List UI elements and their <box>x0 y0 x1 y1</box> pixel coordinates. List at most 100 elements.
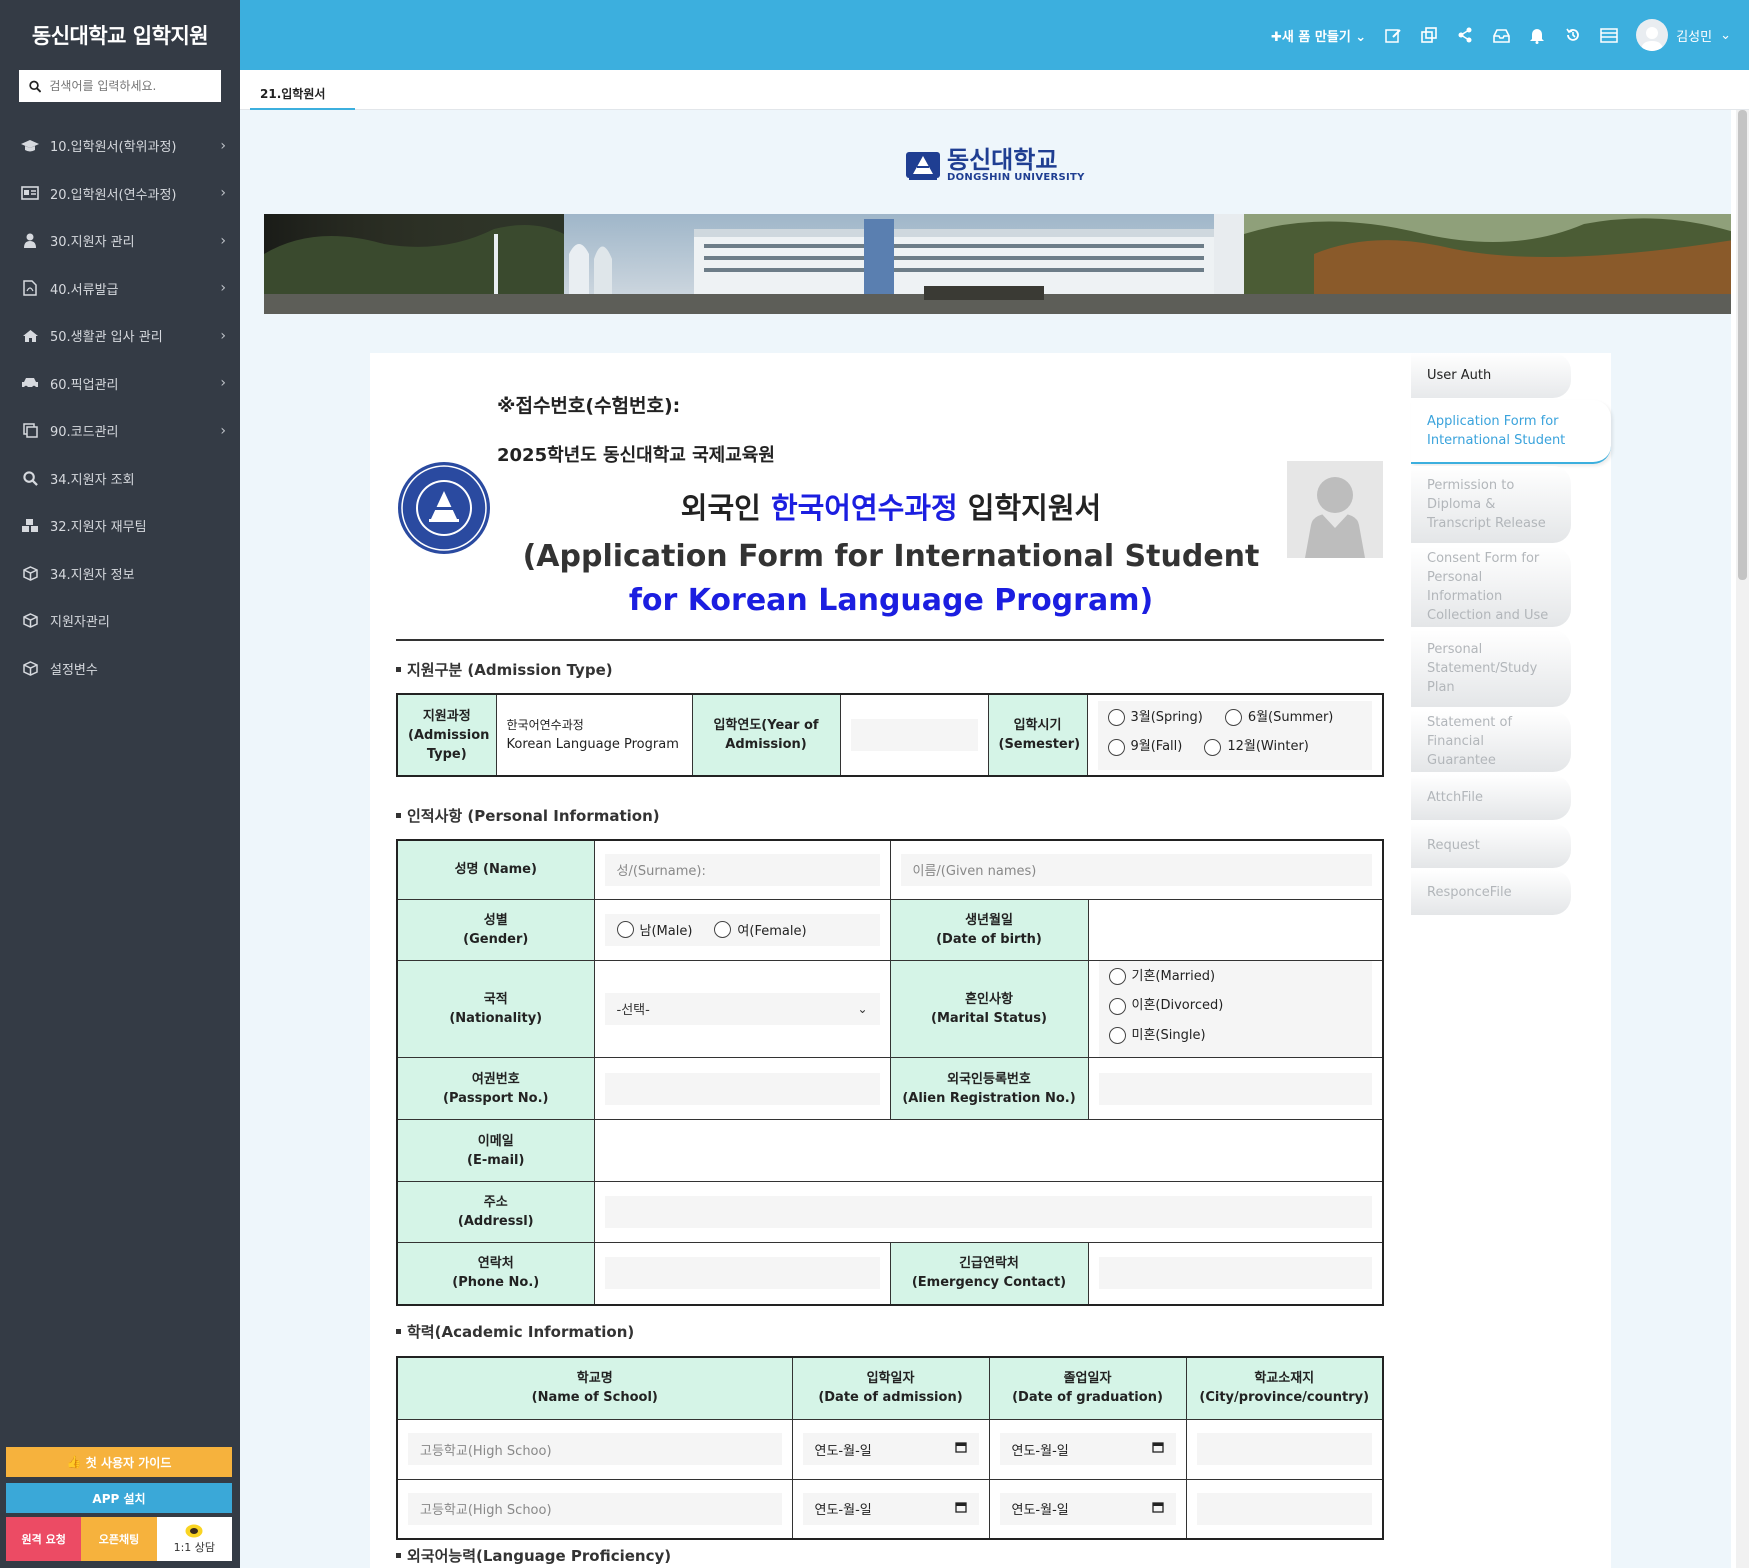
phone-input[interactable] <box>604 1257 880 1290</box>
graduation-date-input[interactable]: 연도-월-일 <box>999 1492 1176 1525</box>
nationality-header-text: 국적 (Nationality) <box>449 991 543 1026</box>
sidebar-item-label: 40.서류발급 <box>50 282 119 298</box>
step-personal-statement[interactable]: Personal Statement/Study Plan <box>1411 630 1571 707</box>
history-icon[interactable] <box>1564 26 1582 44</box>
semester-radio-summer[interactable]: 6월(Summer) <box>1224 706 1333 730</box>
name-header: 성명 (Name) <box>396 839 595 900</box>
sidebar-item-label: 50.생활관 입사 관리 <box>50 330 163 346</box>
address-header: 주소 (Addressl) <box>396 1181 595 1243</box>
graduation-date-input[interactable]: 연도-월-일 <box>999 1433 1176 1465</box>
step-application-form[interactable]: Application Form for International Stude… <box>1411 400 1611 464</box>
sidebar-item-label: 30.지원자 관리 <box>50 235 135 251</box>
sidebar-item-label: 34.지원자 조회 <box>50 472 135 488</box>
application-form: ※접수번호(수험번호): 2025학년도 동신대학교 국제교육원 외국인 한국어… <box>370 353 1412 1568</box>
sidebar-item-dormitory[interactable]: 50.생활관 입사 관리 › <box>0 312 240 360</box>
passport-input[interactable] <box>604 1072 880 1105</box>
calendar-icon[interactable] <box>954 1501 967 1517</box>
bell-icon[interactable] <box>1528 26 1546 44</box>
school-location-input[interactable] <box>1196 1433 1372 1465</box>
sidebar-item-document-issue[interactable]: 40.서류발급 › <box>0 265 240 313</box>
user-guide-button[interactable]: 👍 첫 사용자 가이드 <box>6 1447 232 1477</box>
school-name-input[interactable]: 고등학교(High Schoo) <box>408 1492 782 1525</box>
sidebar-item-label: 32.지원자 재무팀 <box>50 520 147 536</box>
sidebar-item-degree-application[interactable]: 10.입학원서(학위과정) › <box>0 122 240 170</box>
sidebar-item-code-management[interactable]: 90.코드관리 › <box>0 407 240 455</box>
marital-radio-single[interactable]: 미혼(Single) <box>1108 1024 1206 1048</box>
step-user-auth[interactable]: User Auth <box>1411 353 1571 398</box>
tab-bar: 21.입학원서 <box>240 70 1749 110</box>
calendar-icon[interactable] <box>954 1441 967 1457</box>
sidebar-item-label: 60.픽업관리 <box>50 377 119 393</box>
sidebar-item-training-application[interactable]: 20.입학원서(연수과정) › <box>0 170 240 218</box>
tab-application-form[interactable]: 21.입학원서 <box>250 78 356 110</box>
edit-icon[interactable] <box>1384 26 1402 44</box>
share-icon[interactable] <box>1456 26 1474 44</box>
emergency-contact-input[interactable] <box>1098 1257 1372 1290</box>
school-name-header: 학교명 (Name of School) <box>396 1356 793 1420</box>
step-financial-guarantee[interactable]: Statement of Financial Guarantee <box>1411 711 1571 772</box>
calendar-icon[interactable] <box>1151 1501 1164 1517</box>
open-chat-button[interactable]: 오픈채팅 <box>81 1517 157 1561</box>
marital-radio-divorced[interactable]: 이혼(Divorced) <box>1108 994 1223 1018</box>
step-response-file[interactable]: ResponceFile <box>1411 870 1571 915</box>
sidebar-item-pickup[interactable]: 60.픽업관리 › <box>0 360 240 408</box>
gender-radio-female[interactable]: 여(Female) <box>714 920 807 939</box>
admission-year-input[interactable] <box>850 719 978 751</box>
dob-cell[interactable] <box>1087 898 1384 961</box>
search-input[interactable] <box>49 79 211 93</box>
step-personal-information-consent[interactable]: Consent Form for Personal Information Co… <box>1411 547 1571 627</box>
admission-type-english: Korean Language Program <box>506 737 679 752</box>
admission-date-input[interactable]: 연도-월-일 <box>802 1433 979 1465</box>
gender-radio-male[interactable]: 남(Male) <box>616 920 692 939</box>
dob-header: 생년월일 (Date of birth) <box>889 898 1089 961</box>
sidebar-item-applicant-management[interactable]: 30.지원자 관리 › <box>0 217 240 265</box>
user-menu[interactable]: 김성민 ⌄ <box>1636 19 1731 51</box>
page-scrollbar[interactable] <box>1736 110 1749 1568</box>
school-name-input[interactable]: 고등학교(High Schoo) <box>408 1433 782 1465</box>
surname-input[interactable]: 성/(Surname): <box>604 853 880 886</box>
email-field[interactable] <box>593 1119 1384 1182</box>
list-panel-icon[interactable] <box>1600 26 1618 44</box>
inbox-icon[interactable] <box>1492 26 1510 44</box>
chevron-down-icon: ⌄ <box>857 1001 868 1016</box>
school-name-cell: 고등학교(High Schoo) <box>396 1478 793 1540</box>
section-academic-information: 학력(Academic Information) <box>396 1321 634 1342</box>
alien-registration-input[interactable] <box>1098 1072 1372 1105</box>
sidebar-item-applicant-finance[interactable]: 32.지원자 재무팀 <box>0 502 240 550</box>
email-header-text: 이메일 (E-mail) <box>467 1133 525 1168</box>
admission-date-input[interactable]: 연도-월-일 <box>802 1492 979 1525</box>
scrollbar-thumb[interactable] <box>1738 110 1747 580</box>
applicant-photo-placeholder[interactable] <box>1287 461 1383 558</box>
sidebar-item-applicant-info[interactable]: 34.지원자 정보 <box>0 550 240 598</box>
address-input[interactable] <box>604 1196 1372 1228</box>
clone-icon[interactable] <box>1420 26 1438 44</box>
marital-radio-married[interactable]: 기혼(Married) <box>1108 965 1215 989</box>
sidebar-item-label: 90.코드관리 <box>50 425 119 441</box>
consult-button[interactable]: 1:1 상담 <box>156 1517 232 1561</box>
sidebar-item-applicant-admin[interactable]: 지원자관리 <box>0 597 240 645</box>
new-form-button[interactable]: ✚새 폼 만들기 ⌄ <box>1271 26 1366 45</box>
sidebar-item-settings[interactable]: 설정변수 <box>0 645 240 693</box>
form-title-english-1: (Application Form for International Stud… <box>522 539 1260 574</box>
sidebar-brand: 동신대학교 입학지원 <box>31 24 209 48</box>
remote-request-button[interactable]: 원격 요청 <box>6 1517 82 1561</box>
sidebar-item-applicant-search[interactable]: 34.지원자 조회 <box>0 455 240 503</box>
admission-year-header: 입학연도(Year of Admission) <box>691 693 841 777</box>
admission-type-value: 한국어연수과정 Korean Language Program <box>495 693 693 777</box>
given-name-input[interactable]: 이름/(Given names) <box>900 853 1372 886</box>
chevron-right-icon: › <box>220 422 226 439</box>
semester-radio-fall[interactable]: 9월(Fall) <box>1107 735 1182 759</box>
section-admission-type: 지원구분 (Admission Type) <box>396 659 613 680</box>
step-attach-file[interactable]: AttchFile <box>1411 775 1571 820</box>
admission-date-cell: 연도-월-일 <box>791 1478 990 1540</box>
nationality-select[interactable]: -선택- ⌄ <box>604 992 880 1025</box>
calendar-icon[interactable] <box>1151 1441 1164 1457</box>
school-location-input[interactable] <box>1196 1492 1372 1525</box>
step-request[interactable]: Request <box>1411 823 1571 868</box>
semester-radio-spring[interactable]: 3월(Spring) <box>1107 706 1203 730</box>
step-diploma-transcript-release[interactable]: Permission to Diploma & Transcript Relea… <box>1411 466 1571 543</box>
app-install-button[interactable]: APP 설치 <box>6 1483 232 1513</box>
table-row: 고등학교(High Schoo) 연도-월-일 연도-월-일 <box>396 1478 1384 1540</box>
sidebar-search[interactable] <box>19 70 221 102</box>
semester-radio-winter[interactable]: 12월(Winter) <box>1204 735 1309 759</box>
